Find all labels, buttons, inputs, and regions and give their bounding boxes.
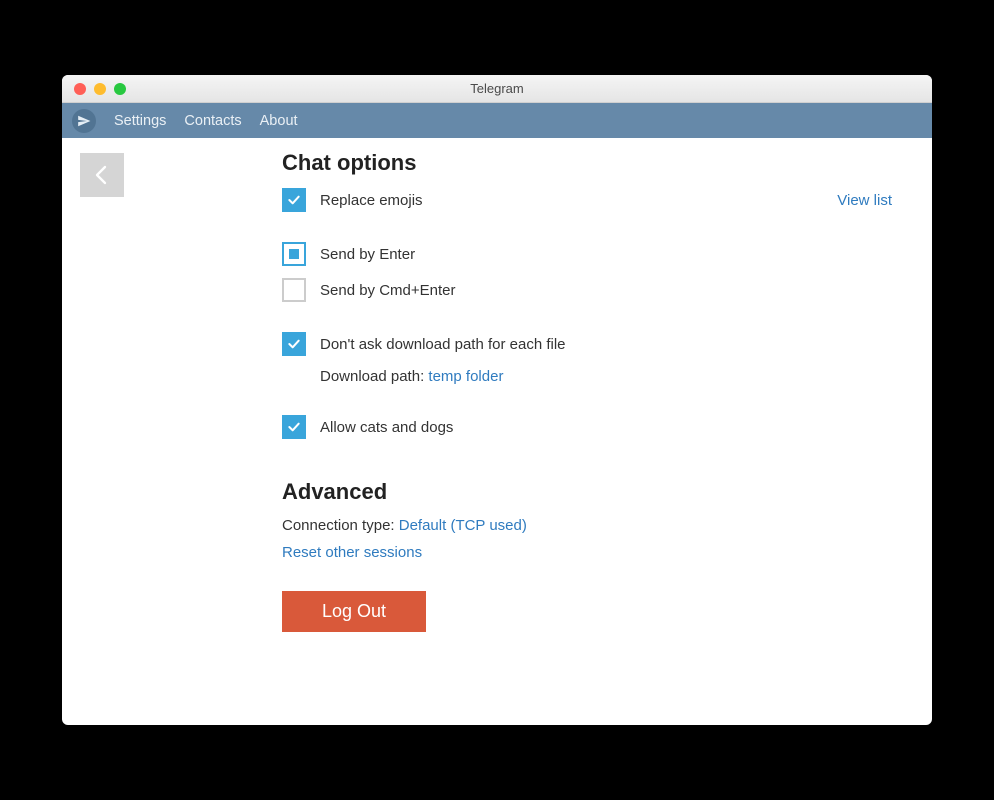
close-icon[interactable] [74,83,86,95]
allow-cats-dogs-checkbox[interactable] [282,415,306,439]
dont-ask-download-row: Don't ask download path for each file [282,332,892,356]
replace-emojis-label: Replace emojis [320,192,837,209]
view-list-link[interactable]: View list [837,192,892,209]
check-icon [286,419,302,435]
radio-selected-icon [289,249,299,259]
check-icon [286,192,302,208]
download-path-label: Download path: [320,368,428,385]
send-by-cmd-enter-radio[interactable] [282,278,306,302]
back-button[interactable] [80,153,124,197]
allow-cats-dogs-row: Allow cats and dogs [282,415,892,439]
menu-contacts[interactable]: Contacts [184,113,241,129]
connection-type-row: Connection type: Default (TCP used) [282,517,892,534]
logout-button[interactable]: Log Out [282,591,426,632]
menubar: Settings Contacts About [62,103,932,138]
connection-type-link[interactable]: Default (TCP used) [399,517,527,534]
dont-ask-download-label: Don't ask download path for each file [320,336,892,353]
send-by-enter-radio[interactable] [282,242,306,266]
window-title: Telegram [62,81,932,96]
send-by-enter-label: Send by Enter [320,246,892,263]
app-window: Telegram Settings Contacts About Chat op… [62,75,932,725]
chevron-left-icon [93,163,111,187]
minimize-icon[interactable] [94,83,106,95]
download-path-link[interactable]: temp folder [428,368,503,385]
send-by-cmd-enter-row: Send by Cmd+Enter [282,278,892,302]
check-icon [286,336,302,352]
send-by-cmd-enter-label: Send by Cmd+Enter [320,282,892,299]
paper-plane-icon [77,114,91,128]
content: Chat options Replace emojis View list Se… [62,138,932,725]
download-path-row: Download path: temp folder [320,368,892,385]
connection-type-label: Connection type: [282,517,399,534]
dont-ask-download-checkbox[interactable] [282,332,306,356]
traffic-lights [62,83,126,95]
app-icon[interactable] [72,109,96,133]
replace-emojis-checkbox[interactable] [282,188,306,212]
reset-sessions-row: Reset other sessions [282,544,892,561]
reset-sessions-link[interactable]: Reset other sessions [282,544,422,561]
replace-emojis-row: Replace emojis View list [282,188,892,212]
advanced-heading: Advanced [282,479,892,505]
menu-settings[interactable]: Settings [114,113,166,129]
menu-about[interactable]: About [260,113,298,129]
titlebar: Telegram [62,75,932,103]
settings-panel: Chat options Replace emojis View list Se… [124,138,932,725]
allow-cats-dogs-label: Allow cats and dogs [320,419,892,436]
chat-options-heading: Chat options [282,150,892,176]
send-by-enter-row: Send by Enter [282,242,892,266]
maximize-icon[interactable] [114,83,126,95]
